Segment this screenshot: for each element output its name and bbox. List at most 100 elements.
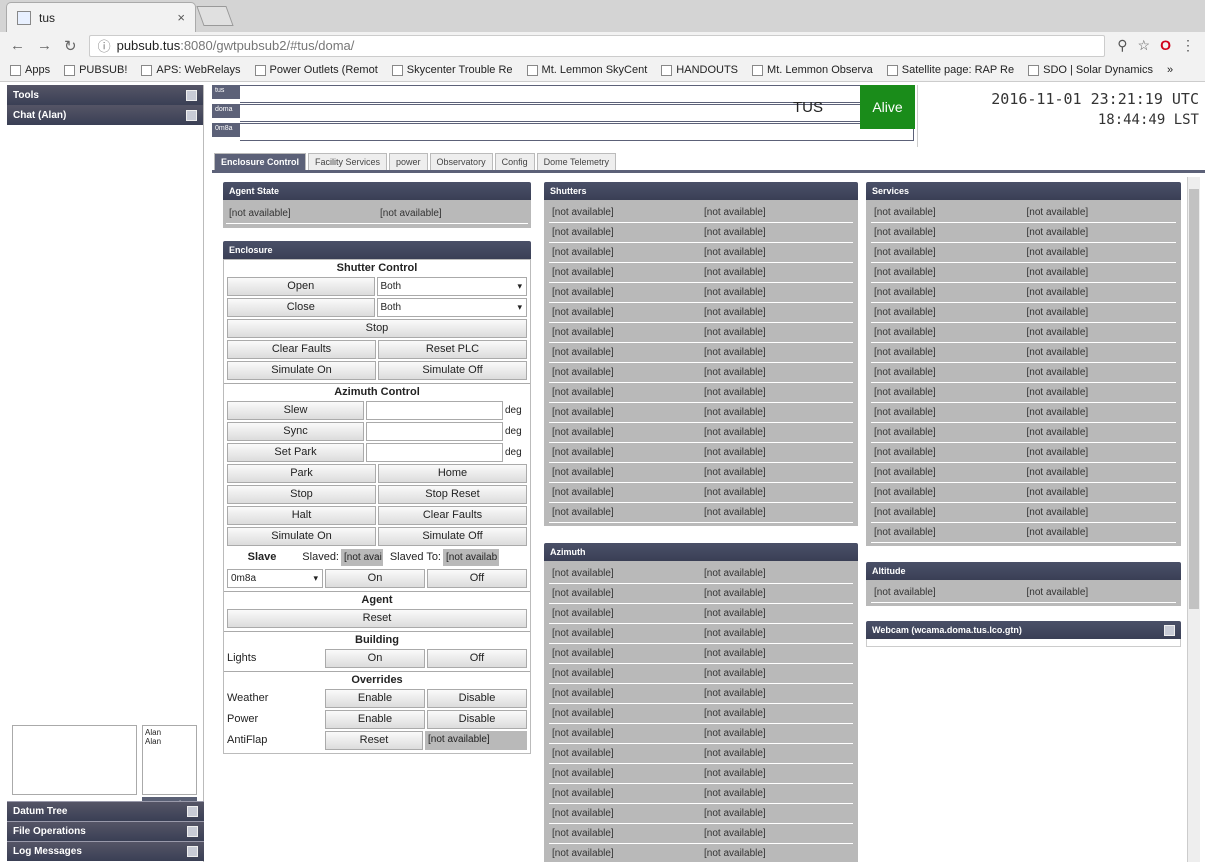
browser-tab[interactable]: tus × — [6, 2, 196, 32]
open-button[interactable]: Open — [227, 276, 375, 296]
antiflap-label: AntiFlap — [227, 734, 268, 746]
value-cell: [not available] — [1023, 243, 1176, 263]
tab-title: tus — [39, 10, 56, 25]
bookmark-item[interactable]: Satellite page: RAP Re — [886, 64, 1014, 76]
zoom-icon[interactable]: ⚲ — [1117, 37, 1127, 54]
lights-on-button[interactable]: On — [325, 648, 425, 668]
az-stop-button[interactable]: Stop — [227, 484, 376, 504]
power-enable-button[interactable]: Enable — [325, 709, 425, 729]
bookmark-item[interactable]: Skycenter Trouble Re — [391, 64, 513, 76]
expand-icon[interactable] — [187, 846, 198, 857]
menu-icon[interactable]: ⋮ — [1181, 37, 1195, 54]
power-disable-button[interactable]: Disable — [427, 709, 527, 729]
weather-disable-button[interactable]: Disable — [427, 688, 527, 708]
tab-facility-services[interactable]: Facility Services — [308, 153, 388, 170]
slave-select[interactable]: 0m8a — [227, 568, 323, 588]
value-cell: [not available] — [1023, 423, 1176, 443]
chat-header[interactable]: Chat (Alan) — [7, 105, 203, 125]
scrollbar[interactable] — [1187, 177, 1200, 862]
bookmark-item[interactable]: SDO | Solar Dynamics — [1028, 64, 1153, 76]
expand-icon[interactable] — [186, 109, 197, 121]
value-cell: [not available] — [701, 443, 853, 463]
set-park-input[interactable] — [366, 442, 503, 462]
open-select[interactable]: Both — [376, 276, 527, 296]
az-clear-faults-button[interactable]: Clear Faults — [378, 505, 527, 525]
value-cell: [not available] — [701, 323, 853, 343]
bookmark-item[interactable]: HANDOUTS — [661, 64, 738, 76]
sync-input[interactable] — [366, 421, 503, 441]
bookmark-item[interactable]: Apps — [10, 64, 50, 76]
bookmark-item[interactable]: PUBSUB! — [64, 64, 127, 76]
unit-label: deg — [505, 404, 522, 416]
star-icon[interactable]: ☆ — [1138, 37, 1151, 54]
park-button[interactable]: Park — [227, 463, 376, 483]
bookmark-item[interactable]: Power Outlets (Remot — [254, 64, 378, 76]
close-tab-icon[interactable]: × — [177, 10, 185, 25]
bookmark-item[interactable]: APS: WebRelays — [141, 64, 241, 76]
slew-input[interactable] — [366, 400, 503, 420]
value-cell: [not available] — [1023, 263, 1176, 283]
file-operations-header[interactable]: File Operations — [7, 821, 204, 841]
slew-button[interactable]: Slew — [227, 400, 364, 420]
value-cell: [not available] — [701, 844, 853, 862]
bookmark-item[interactable]: Mt. Lemmon Observa — [752, 64, 873, 76]
close-button[interactable]: Close — [227, 297, 375, 317]
site-tag[interactable]: tus — [212, 85, 240, 99]
expand-icon[interactable] — [187, 806, 198, 817]
sync-button[interactable]: Sync — [227, 421, 364, 441]
value-cell: [not available] — [701, 644, 853, 664]
expand-icon[interactable] — [1164, 624, 1175, 636]
expand-icon[interactable] — [186, 89, 197, 101]
log-messages-header[interactable]: Log Messages — [7, 841, 204, 861]
bookmark-item[interactable]: » — [1167, 64, 1173, 76]
tab-enclosure-control[interactable]: Enclosure Control — [214, 153, 307, 170]
stop-reset-button[interactable]: Stop Reset — [378, 484, 527, 504]
stop-button[interactable]: Stop — [227, 318, 527, 338]
agent-reset-button[interactable]: Reset — [227, 608, 527, 628]
opera-icon[interactable]: O — [1160, 37, 1171, 54]
forward-icon[interactable]: → — [37, 37, 52, 54]
slave-off-button[interactable]: Off — [427, 568, 527, 588]
tab-config[interactable]: Config — [494, 153, 535, 170]
value-row: [not available] [not available] — [549, 584, 853, 604]
antiflap-value: [not available] — [425, 730, 527, 750]
weather-enable-button[interactable]: Enable — [325, 688, 425, 708]
set-park-button[interactable]: Set Park — [227, 442, 364, 462]
az-simulate-off-button[interactable]: Simulate Off — [378, 526, 527, 546]
scrollbar-thumb[interactable] — [1189, 189, 1199, 609]
tools-header[interactable]: Tools — [7, 85, 203, 105]
datum-tree-header[interactable]: Datum Tree — [7, 801, 204, 821]
az-simulate-on-button[interactable]: Simulate On — [227, 526, 376, 546]
value-row: [not available] [not available] — [549, 223, 853, 243]
tab-observatory[interactable]: Observatory — [429, 153, 493, 170]
bookmark-label: Mt. Lemmon SkyCent — [541, 64, 648, 76]
reset-plc-button[interactable]: Reset PLC — [378, 339, 527, 359]
value-cell: [not available] — [549, 784, 701, 804]
halt-button[interactable]: Halt — [227, 505, 376, 525]
address-bar[interactable]: ⓘ pubsub.tus:8080/gwtpubsub2/#tus/doma/ — [88, 34, 1106, 57]
back-icon[interactable]: ← — [10, 37, 25, 54]
lights-off-button[interactable]: Off — [427, 648, 527, 668]
bookmark-item[interactable]: Mt. Lemmon SkyCent — [526, 64, 648, 76]
slave-on-button[interactable]: On — [325, 568, 425, 588]
value-cell: [not available] — [701, 724, 853, 744]
tab-dome-telemetry[interactable]: Dome Telemetry — [536, 153, 616, 170]
value-cell: [not available] — [549, 724, 701, 744]
value-cell: [not available] — [701, 243, 853, 263]
close-select[interactable]: Both — [376, 297, 527, 317]
enclosure-tag[interactable]: doma — [212, 104, 240, 118]
clear-faults-button[interactable]: Clear Faults — [227, 339, 376, 359]
reload-icon[interactable]: ↻ — [64, 37, 77, 55]
expand-icon[interactable] — [187, 826, 198, 837]
value-row: [not available] [not available] — [871, 343, 1176, 363]
antiflap-reset-button[interactable]: Reset — [325, 730, 423, 750]
tab-power[interactable]: power — [389, 153, 428, 170]
value-cell: [not available] — [549, 423, 701, 443]
telescope-tag[interactable]: 0m8a — [212, 123, 240, 137]
unit-label: deg — [505, 446, 522, 458]
chat-input[interactable] — [12, 725, 137, 795]
home-button[interactable]: Home — [378, 463, 527, 483]
new-tab-button[interactable] — [196, 6, 234, 26]
simulate-on-button[interactable]: Simulate On — [227, 360, 376, 380]
simulate-off-button[interactable]: Simulate Off — [378, 360, 527, 380]
